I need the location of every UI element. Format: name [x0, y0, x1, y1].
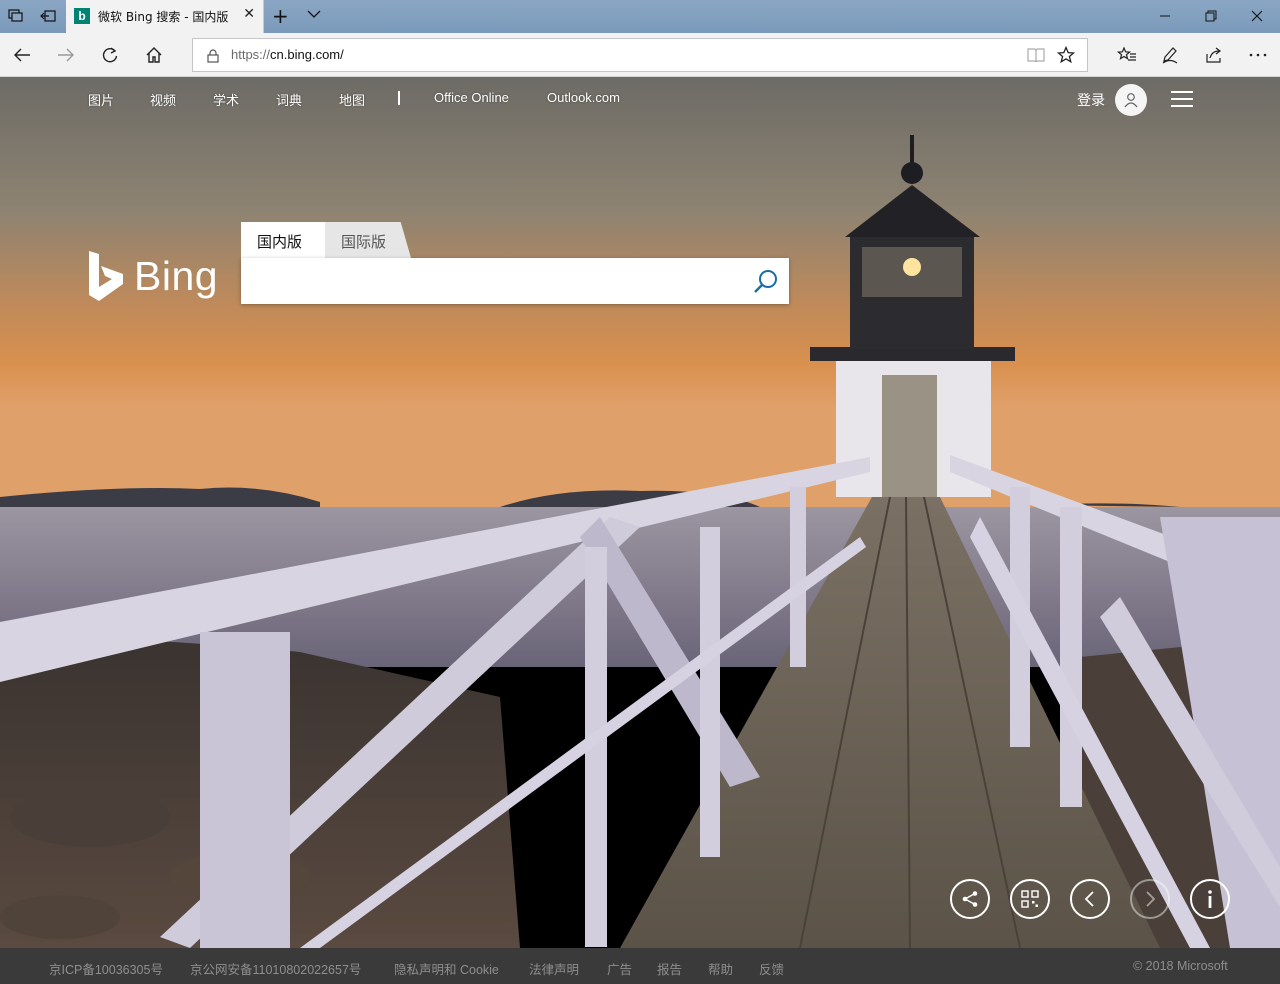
qr-code-icon[interactable] — [1010, 879, 1050, 919]
more-icon[interactable] — [1243, 40, 1273, 70]
footer-copyright: © 2018 Microsoft — [1133, 959, 1228, 973]
footer: 京ICP备10036305号 京公网安备11010802022657号 隐私声明… — [0, 948, 1280, 984]
login-link[interactable]: 登录 — [1077, 90, 1105, 110]
restore-button[interactable] — [1188, 4, 1234, 28]
search-icon[interactable] — [753, 268, 779, 298]
bing-logo-icon — [89, 251, 123, 301]
navigation-bar: https://cn.bing.com/ — [0, 33, 1280, 77]
tab-preview-chevron-icon[interactable] — [306, 6, 322, 26]
footer-icp[interactable]: 京ICP备10036305号 — [49, 959, 163, 978]
home-icon[interactable] — [139, 40, 169, 70]
user-icon[interactable] — [1115, 84, 1147, 116]
background-image — [0, 77, 1280, 948]
info-icon[interactable] — [1190, 879, 1230, 919]
bing-wordmark: Bing — [134, 252, 219, 299]
bing-favicon-icon: b — [74, 8, 90, 24]
new-tab-button[interactable]: + — [272, 4, 289, 28]
share-icon[interactable] — [1199, 40, 1229, 70]
previous-image-icon[interactable] — [1070, 879, 1110, 919]
reading-view-icon[interactable] — [1027, 47, 1045, 67]
nav-videos[interactable]: 视频 — [150, 90, 176, 109]
tab-title: 微软 Bing 搜索 - 国内版 — [98, 10, 229, 24]
bing-logo: Bing — [88, 251, 218, 301]
url-text[interactable]: https://cn.bing.com/ — [231, 47, 344, 62]
share-image-icon[interactable] — [950, 879, 990, 919]
url-host: cn.bing.com/ — [270, 47, 344, 62]
footer-report[interactable]: 报告 — [657, 959, 682, 978]
search-input[interactable] — [253, 266, 733, 296]
footer-police-record[interactable]: 京公网安备11010802022657号 — [190, 959, 361, 978]
forward-icon[interactable] — [51, 40, 81, 70]
nav-separator — [398, 91, 400, 105]
back-icon[interactable] — [7, 40, 37, 70]
active-tab[interactable]: b 微软 Bing 搜索 - 国内版 ✕ — [66, 0, 264, 33]
minimize-button[interactable] — [1142, 4, 1188, 28]
nav-images[interactable]: 图片 — [88, 90, 114, 109]
lock-icon — [207, 48, 219, 67]
footer-privacy[interactable]: 隐私声明和 Cookie — [394, 959, 499, 978]
nav-dictionary[interactable]: 词典 — [276, 90, 302, 109]
pen-icon[interactable] — [1155, 40, 1185, 70]
nav-maps[interactable]: 地图 — [339, 90, 365, 109]
nav-office-online[interactable]: Office Online — [434, 90, 509, 105]
url-scheme: https:// — [231, 47, 271, 62]
nav-academic[interactable]: 学术 — [213, 90, 239, 109]
bing-homepage: 图片 视频 学术 词典 地图 Office Online Outlook.com… — [0, 77, 1280, 948]
tab-set-aside-icon[interactable] — [5, 6, 27, 26]
footer-feedback[interactable]: 反馈 — [759, 959, 784, 978]
footer-help[interactable]: 帮助 — [708, 959, 733, 978]
hamburger-menu-icon[interactable] — [1171, 91, 1193, 107]
favorite-star-icon[interactable] — [1056, 45, 1076, 68]
footer-legal[interactable]: 法律声明 — [529, 959, 579, 978]
nav-outlook[interactable]: Outlook.com — [547, 90, 620, 105]
tab-close-icon[interactable]: ✕ — [243, 6, 255, 22]
tab-bar: b 微软 Bing 搜索 - 国内版 ✕ + — [0, 0, 1280, 33]
refresh-icon[interactable] — [95, 40, 125, 70]
favorites-hub-icon[interactable] — [1112, 40, 1142, 70]
back-tabs-icon[interactable] — [37, 6, 59, 26]
address-bar[interactable]: https://cn.bing.com/ — [192, 38, 1088, 72]
footer-ads[interactable]: 广告 — [607, 959, 632, 978]
close-window-button[interactable] — [1234, 4, 1280, 28]
tab-international[interactable]: 国际版 — [325, 222, 411, 258]
next-image-icon[interactable] — [1130, 879, 1170, 919]
bing-top-nav: 图片 视频 学术 词典 地图 Office Online Outlook.com… — [0, 77, 1280, 121]
tab-domestic[interactable]: 国内版 — [241, 222, 327, 258]
search-box — [241, 258, 789, 304]
